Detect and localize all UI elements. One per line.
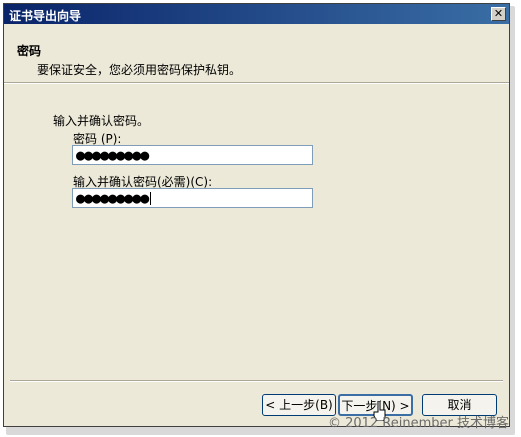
wizard-header: 密码 要保证安全，您必须用密码保护私钥。 <box>4 24 509 83</box>
title-bar[interactable]: 证书导出向导 ✕ <box>4 4 509 24</box>
confirm-password-field-value: ●●●●●●●●● <box>76 189 149 207</box>
page-title: 密码 <box>17 44 42 58</box>
confirm-password-field[interactable]: ●●●●●●●●● <box>72 188 313 208</box>
page-subtitle: 要保证安全，您必须用密码保护私钥。 <box>37 63 242 77</box>
copyright-watermark: © 2012 Reinember 技术博客 <box>327 416 509 431</box>
password-instruction: 输入并确认密码。 <box>53 114 150 128</box>
footer-divider <box>10 380 503 382</box>
certificate-export-wizard-window: 证书导出向导 ✕ 密码 要保证安全，您必须用密码保护私钥。 输入并确认密码。 密… <box>3 3 510 427</box>
text-caret <box>150 192 152 205</box>
back-button[interactable]: < 上一步(B) <box>262 394 336 416</box>
window-title: 证书导出向导 <box>9 9 82 23</box>
close-icon: ✕ <box>493 7 504 20</box>
password-field-value: ●●●●●●●●● <box>76 146 149 164</box>
password-field[interactable]: ●●●●●●●●● <box>72 145 313 165</box>
close-button[interactable]: ✕ <box>491 7 506 21</box>
